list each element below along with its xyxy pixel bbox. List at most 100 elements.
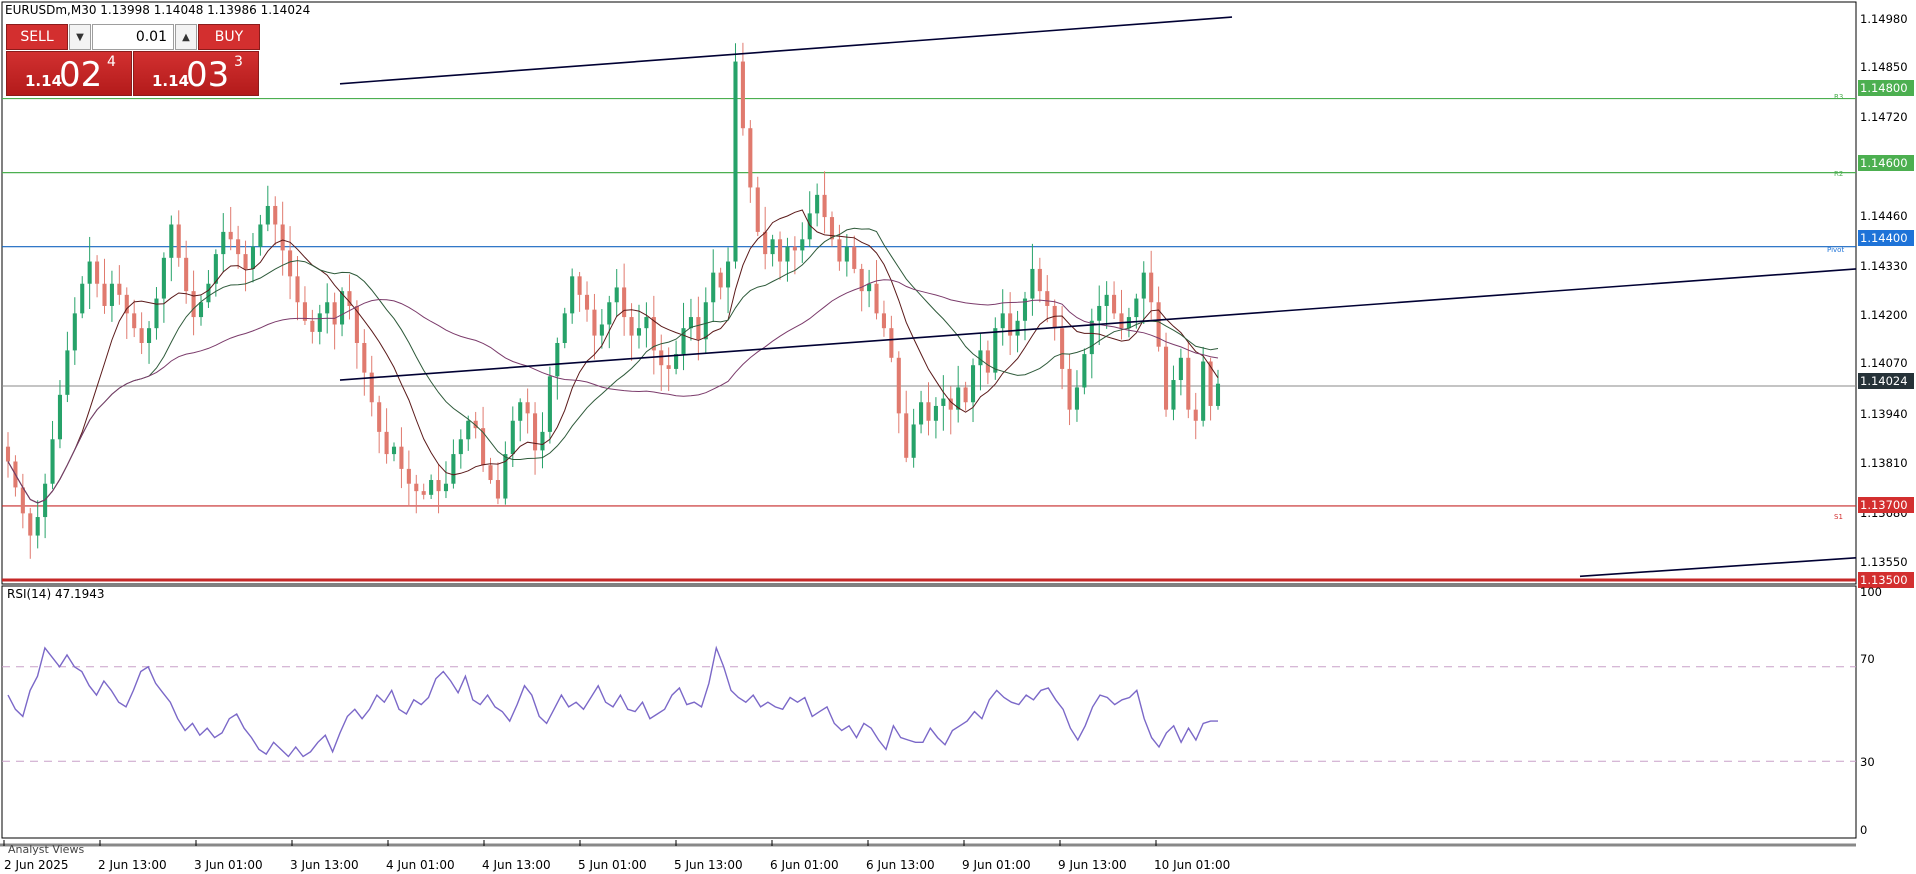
lot-increase-button[interactable]: ▲	[175, 24, 197, 50]
candle-body	[926, 402, 931, 421]
buy-price-prefix: 1.14	[152, 72, 190, 90]
candle-body	[785, 246, 790, 262]
rsi-title: RSI(14) 47.1943	[7, 587, 105, 601]
candle-body	[340, 291, 345, 325]
price-axis-tick: 1.13940	[1860, 407, 1908, 421]
candle-body	[280, 224, 285, 251]
sell-price-prefix: 1.14	[25, 72, 63, 90]
candle-body	[867, 283, 872, 292]
candle-body	[970, 365, 976, 403]
time-axis-label: 6 Jun 01:00	[770, 858, 839, 872]
candle-body	[421, 491, 426, 495]
buy-price-button[interactable]: 1.14 03 3	[133, 51, 259, 96]
level-tag-pivot: 1.14400	[1858, 230, 1914, 246]
candle-body	[777, 239, 783, 262]
candle-body	[1149, 272, 1154, 303]
time-axis-label: 9 Jun 01:00	[962, 858, 1031, 872]
candle-body	[288, 250, 293, 277]
candle-body	[243, 254, 248, 269]
time-axis-label: 4 Jun 13:00	[482, 858, 551, 872]
candle-body	[696, 317, 701, 340]
sma-mid-line	[7, 227, 1219, 504]
candle-body	[792, 246, 797, 251]
level-tag-r3: 1.14800	[1858, 80, 1914, 96]
candle-body	[147, 328, 152, 343]
candle-body	[87, 261, 92, 284]
candle-body	[815, 194, 820, 214]
trendline-lower	[1579, 556, 1857, 578]
candle-body	[377, 402, 382, 432]
candle-body	[384, 431, 389, 455]
candle-body	[258, 224, 263, 247]
candle-body	[406, 468, 411, 484]
level-name-r2: R2	[1834, 170, 1844, 178]
time-axis-label: 6 Jun 13:00	[866, 858, 935, 872]
candle-body	[65, 350, 70, 395]
buy-button[interactable]: BUY	[198, 24, 260, 50]
sell-price-fraction: 4	[107, 54, 116, 70]
candle-body	[176, 224, 181, 258]
candle-body	[718, 272, 723, 288]
time-axis-label: 5 Jun 13:00	[674, 858, 743, 872]
sell-price-button[interactable]: 1.14 02 4	[6, 51, 132, 96]
candle-body	[1037, 268, 1042, 292]
candle-body	[391, 446, 397, 455]
rsi-axis-tick: 70	[1860, 652, 1875, 666]
candle-body	[1171, 380, 1176, 410]
candle-body	[95, 261, 100, 284]
candle-body	[436, 480, 441, 492]
candle-body	[740, 61, 745, 129]
candle-body	[748, 128, 753, 188]
candle-body	[555, 342, 560, 377]
chart-window[interactable]: EURUSDm,M30 1.13998 1.14048 1.13986 1.14…	[0, 0, 1916, 874]
time-axis-label: 5 Jun 01:00	[578, 858, 647, 872]
candle-body	[755, 187, 760, 232]
candle-body	[1201, 361, 1206, 421]
sell-button[interactable]: SELL	[6, 24, 68, 50]
candle-body	[933, 405, 938, 421]
time-axis-label: 3 Jun 13:00	[290, 858, 359, 872]
price-axis-tick: 1.14070	[1860, 356, 1908, 370]
level-tag-s1: 1.13700	[1858, 497, 1914, 513]
price-axis-tick: 1.13550	[1860, 555, 1908, 569]
candle-body	[852, 246, 857, 269]
candle-body	[72, 313, 77, 351]
candle-body	[28, 513, 33, 536]
candle-body	[228, 231, 233, 240]
lot-decrease-button[interactable]: ▼	[69, 24, 91, 50]
candle-body	[184, 257, 189, 292]
trendline-middle	[339, 268, 1857, 381]
candle-body	[57, 394, 63, 440]
candle-body	[540, 431, 545, 451]
candle-body	[622, 287, 627, 318]
candle-body	[874, 283, 879, 314]
price-axis-tick: 1.14460	[1860, 209, 1908, 223]
candle-body	[495, 480, 500, 499]
candle-body	[629, 317, 634, 336]
candle-body	[733, 61, 738, 262]
candle-body	[904, 413, 909, 458]
candle-body	[896, 357, 901, 414]
price-axis-tick: 1.14850	[1860, 60, 1908, 74]
price-axis-tick: 1.14200	[1860, 308, 1908, 322]
sma-fast-line	[7, 209, 1219, 504]
candle-body	[1060, 328, 1065, 369]
candle-body	[711, 272, 716, 303]
rsi-axis-tick: 0	[1860, 823, 1868, 837]
candle-body	[317, 313, 322, 332]
analyst-views-tab[interactable]: Analyst Views	[8, 843, 84, 856]
candle-body	[1015, 320, 1020, 336]
candle-body	[1119, 313, 1124, 329]
candle-body	[547, 376, 552, 432]
candle-body	[525, 402, 530, 414]
candle-body	[429, 480, 434, 495]
candle-body	[822, 194, 827, 218]
time-axis-label: 2 Jun 13:00	[98, 858, 167, 872]
candle-body	[911, 424, 916, 458]
chart-canvas[interactable]	[0, 0, 1916, 874]
caret-down-icon: ▼	[76, 31, 84, 43]
price-axis-tick: 1.14980	[1860, 12, 1908, 26]
candle-body	[1074, 387, 1079, 410]
lot-size-input[interactable]	[92, 24, 174, 50]
candle-body	[1112, 294, 1117, 314]
